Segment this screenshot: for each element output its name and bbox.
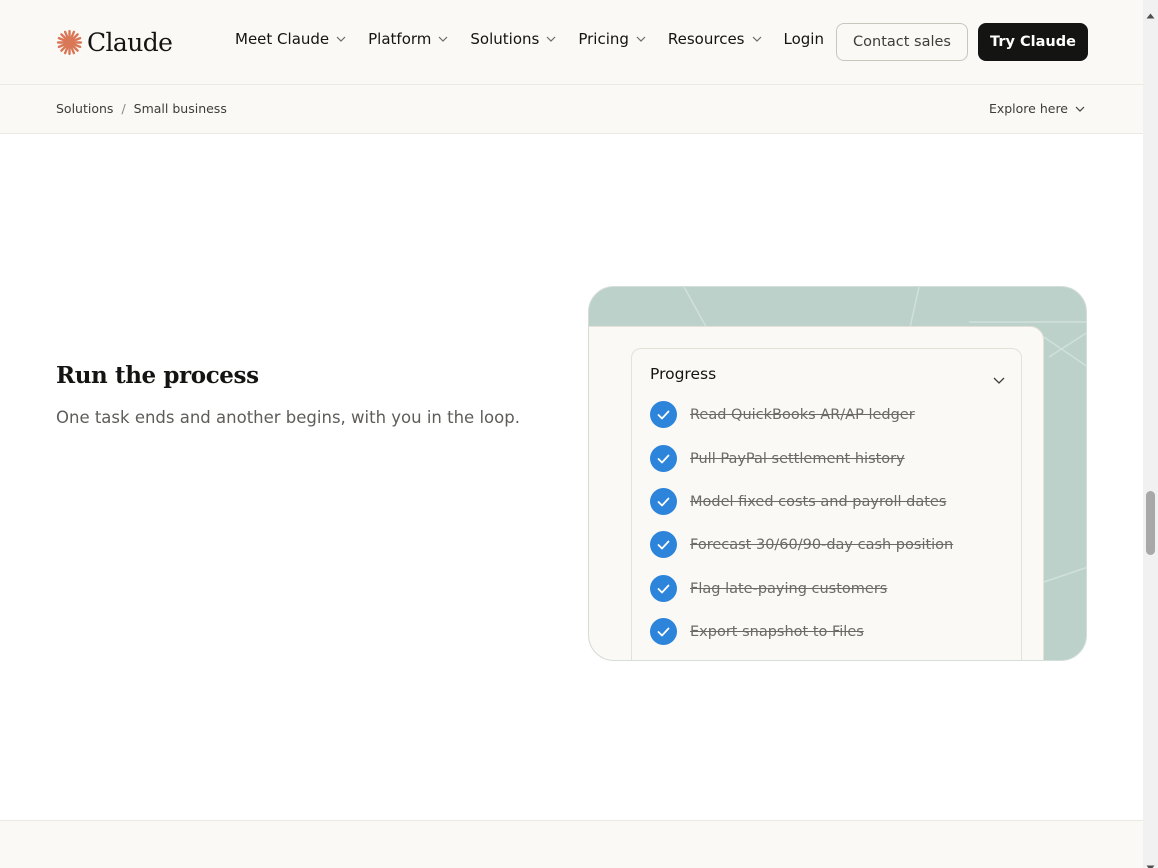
- nav-label: Resources: [667, 30, 745, 48]
- process-illustration: Progress Read QuickBooks AR/AP ledger Pu…: [588, 286, 1087, 661]
- task-label: Forecast 30/60/90-day cash position: [690, 536, 954, 553]
- nav-label: Pricing: [578, 30, 629, 48]
- task-item: Export snapshot to Files: [650, 618, 864, 645]
- progress-list: Progress Read QuickBooks AR/AP ledger Pu…: [631, 348, 1022, 660]
- chevron-down-icon: [752, 36, 762, 42]
- task-label: Export snapshot to Files: [690, 623, 864, 640]
- nav-label: Solutions: [470, 30, 540, 48]
- task-label: Model fixed costs and payroll dates: [690, 493, 947, 510]
- checkmark-icon: [650, 575, 677, 602]
- nav-label: Meet Claude: [235, 30, 330, 48]
- page-scrollbar[interactable]: [1143, 0, 1158, 868]
- site-header: Claude Meet Claude Platform Solutions Pr…: [0, 0, 1143, 85]
- chevron-down-icon: [636, 36, 646, 42]
- task-item: Read QuickBooks AR/AP ledger: [650, 401, 915, 428]
- nav-resources[interactable]: Resources: [668, 30, 762, 48]
- breadcrumb-bar: Solutions / Small business Explore here: [0, 85, 1143, 134]
- checkmark-icon: [650, 445, 677, 472]
- scroll-up-arrow-icon[interactable]: [1146, 4, 1155, 23]
- task-item: Forecast 30/60/90-day cash position: [650, 531, 953, 558]
- task-item: Pull PayPal settlement history: [650, 445, 905, 472]
- progress-heading: Progress: [650, 365, 717, 383]
- nav-label: Platform: [368, 30, 432, 48]
- checkmark-icon: [650, 488, 677, 515]
- breadcrumb-small-business[interactable]: Small business: [134, 101, 227, 116]
- chevron-down-icon: [438, 36, 448, 42]
- nav-pricing[interactable]: Pricing: [578, 30, 646, 48]
- claude-logo[interactable]: Claude: [56, 27, 173, 57]
- try-claude-button[interactable]: Try Claude: [978, 23, 1088, 61]
- login-link[interactable]: Login: [784, 30, 824, 48]
- chevron-down-icon: [546, 36, 556, 42]
- chevron-down-icon[interactable]: [993, 369, 1005, 388]
- task-item: Flag late-paying customers: [650, 575, 887, 602]
- nav-platform[interactable]: Platform: [368, 30, 448, 48]
- logo-wordmark: Claude: [87, 27, 173, 57]
- main-nav: Meet Claude Platform Solutions Pricing R…: [235, 30, 824, 48]
- scroll-down-arrow-icon[interactable]: [1146, 856, 1155, 868]
- task-item: Model fixed costs and payroll dates: [650, 488, 946, 515]
- section-title: Run the process: [56, 362, 259, 389]
- task-label: Read QuickBooks AR/AP ledger: [690, 406, 915, 423]
- explore-dropdown[interactable]: Explore here: [989, 101, 1085, 116]
- checkmark-icon: [650, 531, 677, 558]
- nav-meet-claude[interactable]: Meet Claude: [235, 30, 346, 48]
- chevron-down-icon: [336, 36, 346, 42]
- task-label: Pull PayPal settlement history: [690, 450, 905, 467]
- scrollbar-thumb[interactable]: [1146, 491, 1155, 555]
- contact-sales-button[interactable]: Contact sales: [836, 23, 968, 61]
- section-subtitle: One task ends and another begins, with y…: [56, 408, 520, 427]
- next-section-band: [0, 820, 1143, 868]
- breadcrumb: Solutions / Small business: [56, 101, 227, 116]
- task-label: Flag late-paying customers: [690, 580, 888, 597]
- checkmark-icon: [650, 618, 677, 645]
- page: Claude Meet Claude Platform Solutions Pr…: [0, 0, 1143, 868]
- nav-solutions[interactable]: Solutions: [470, 30, 556, 48]
- chevron-down-icon: [1075, 106, 1085, 112]
- breadcrumb-separator: /: [121, 101, 126, 116]
- claude-spark-icon: [56, 29, 83, 56]
- breadcrumb-solutions[interactable]: Solutions: [56, 101, 113, 116]
- progress-panel: Progress Read QuickBooks AR/AP ledger Pu…: [589, 326, 1044, 660]
- checkmark-icon: [650, 401, 677, 428]
- explore-label: Explore here: [988, 101, 1068, 116]
